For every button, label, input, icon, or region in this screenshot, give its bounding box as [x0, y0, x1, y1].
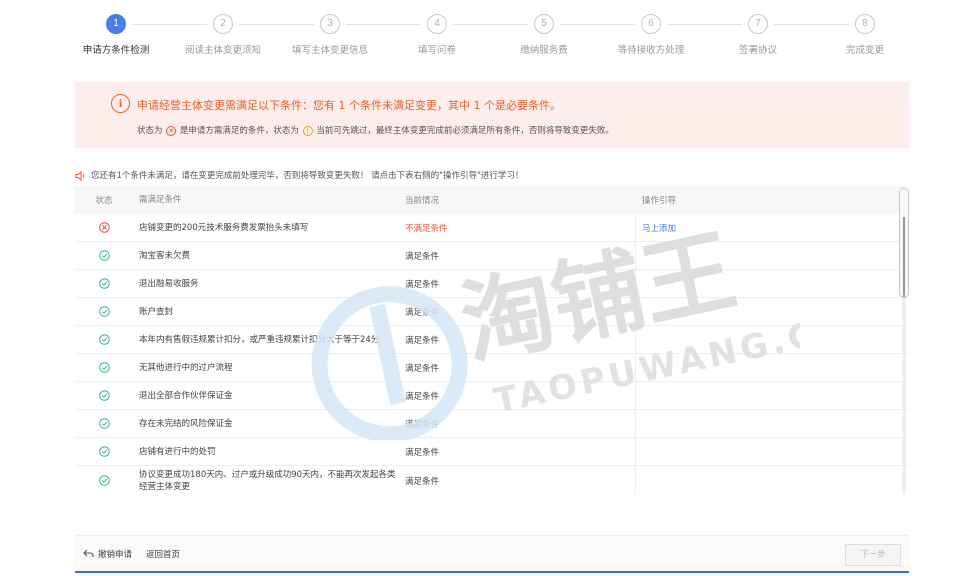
check-circle-icon	[98, 475, 110, 486]
next-step-button[interactable]: 下一步	[845, 544, 901, 566]
table-row: 本年内有售假违规累计扣分，或严重违规累计扣分大于等于24分 满足条件	[75, 326, 909, 354]
header-current: 当前情况	[405, 196, 440, 206]
row-status	[75, 222, 133, 233]
header-condition: 需满足条件	[139, 195, 182, 205]
step-7: 7 签署协议	[708, 12, 808, 56]
table-row: 店铺变更的200元技术服务费发票抬头未填写 不满足条件 马上添加	[75, 214, 909, 242]
footer-bar: 撤销申请 返回首页 下一步	[75, 535, 909, 573]
step-2: 2 阅读主体变更须知	[173, 12, 273, 56]
row-current: 满足条件	[399, 382, 636, 409]
step-label: 填写主体变更信息	[291, 45, 368, 56]
conditions-table: 状态 需满足条件 当前情况 操作引导 店铺变更的200元技术服务费发票抬头未填写…	[75, 186, 909, 495]
row-status	[75, 475, 133, 486]
check-circle-icon	[98, 306, 110, 317]
check-circle-icon	[98, 362, 110, 373]
info-circle-icon: i	[111, 94, 130, 113]
cancel-application-button[interactable]: 撤销申请	[83, 548, 132, 560]
back-home-link[interactable]: 返回首页	[146, 548, 180, 560]
table-body: 店铺变更的200元技术服务费发票抬头未填写 不满足条件 马上添加 淘宝客未欠费 满足条件…	[75, 214, 909, 495]
step-number: 6	[641, 14, 661, 34]
notice-line: 您还有1个条件未满足，请在变更完成前处理完毕，否则将导致变更失败！ 请点击下表右…	[75, 169, 523, 181]
table-row: 淘宝客未欠费 满足条件	[75, 242, 909, 270]
step-label: 申请方条件检测	[82, 45, 150, 56]
warning-status-icon: !	[302, 125, 313, 136]
row-current: 满足条件	[399, 354, 636, 381]
row-status	[75, 446, 133, 457]
step-number: 1	[106, 14, 126, 34]
table-row: 店铺有进行中的处罚 满足条件	[75, 438, 909, 466]
step-label: 签署协议	[738, 45, 777, 56]
table-row: 存在未完结的风险保证金 满足条件	[75, 410, 909, 438]
table-scrollbar[interactable]	[899, 186, 909, 495]
row-status	[75, 334, 133, 345]
row-status	[75, 306, 133, 317]
step-label: 填写问卷	[417, 45, 456, 56]
step-number: 2	[213, 14, 233, 34]
check-circle-icon	[98, 278, 110, 289]
table-row: 账户查封 满足条件	[75, 298, 909, 326]
row-condition: 店铺有进行中的处罚	[139, 446, 216, 457]
row-current: 不满足条件	[399, 214, 636, 241]
row-condition: 店铺变更的200元技术服务费发票抬头未填写	[139, 222, 309, 233]
step-6: 6 等待接收方处理	[601, 12, 701, 56]
step-number: 4	[427, 14, 447, 34]
row-condition: 协议变更成功180天内、过户或升级成功90天内，不能再次发起各类经营主体变更	[139, 469, 396, 492]
fail-circle-icon	[98, 222, 110, 233]
row-condition: 存在未完结的风险保证金	[139, 418, 233, 429]
step-8: 8 完成变更	[815, 12, 915, 56]
check-circle-icon	[98, 418, 110, 429]
row-condition: 本年内有售假违规累计扣分，或严重违规累计扣分大于等于24分	[139, 334, 380, 345]
step-number: 7	[748, 14, 768, 34]
row-condition: 退出全部合作伙伴保证金	[139, 390, 233, 401]
row-status	[75, 390, 133, 401]
row-status	[75, 278, 133, 289]
conditions-alert: i 申请经营主体变更需满足以下条件：您有 1 个条件未满足变更，其中 1 个是必…	[75, 82, 909, 148]
step-number: 8	[855, 14, 875, 34]
header-status: 状态	[95, 196, 113, 206]
check-circle-icon	[98, 250, 110, 261]
step-5: 5 缴纳服务费	[494, 12, 594, 56]
row-current: 满足条件	[399, 270, 636, 297]
step-label: 完成变更	[845, 45, 884, 56]
step-label: 等待接收方处理	[617, 45, 685, 56]
row-current: 满足条件	[399, 242, 636, 269]
row-current: 满足条件	[399, 298, 636, 325]
row-current: 满足条件	[399, 466, 636, 495]
row-current: 满足条件	[399, 410, 636, 437]
row-condition: 账户查封	[139, 306, 174, 317]
row-condition: 退出融易收服务	[139, 278, 199, 289]
speaker-icon	[75, 170, 85, 181]
row-condition: 无其他进行中的过户流程	[139, 362, 233, 373]
check-circle-icon	[98, 446, 110, 457]
table-row: 退出全部合作伙伴保证金 满足条件	[75, 382, 909, 410]
row-condition: 淘宝客未欠费	[139, 250, 191, 261]
header-guide: 操作引导	[642, 196, 677, 206]
row-status	[75, 362, 133, 373]
alert-title: 申请经营主体变更需满足以下条件：您有 1 个条件未满足变更，其中 1 个是必要条…	[137, 99, 561, 112]
table-row: 无其他进行中的过户流程 满足条件	[75, 354, 909, 382]
notice-text: 您还有1个条件未满足，请在变更完成前处理完毕，否则将导致变更失败！ 请点击下表右…	[91, 171, 524, 181]
row-status	[75, 250, 133, 261]
check-circle-icon	[98, 390, 110, 401]
row-status	[75, 418, 133, 429]
step-1: 1 申请方条件检测	[66, 12, 166, 56]
table-row: 协议变更成功180天内、过户或升级成功90天内，不能再次发起各类经营主体变更 满足…	[75, 466, 909, 495]
step-number: 5	[534, 14, 554, 34]
undo-icon	[83, 549, 94, 557]
step-3: 3 填写主体变更信息	[280, 12, 380, 56]
table-header: 状态 需满足条件 当前情况 操作引导	[75, 186, 909, 214]
step-label: 阅读主体变更须知	[184, 45, 261, 56]
alert-subtext: 状态为 ✕ 是申请方需满足的条件，状态为 ! 当前可先跳过，最终主体变更完成前必…	[137, 125, 614, 136]
fail-status-icon: ✕	[166, 125, 177, 136]
step-number: 3	[320, 14, 340, 34]
check-circle-icon	[98, 334, 110, 345]
row-current: 满足条件	[399, 438, 636, 465]
table-row: 退出融易收服务 满足条件	[75, 270, 909, 298]
scrollbar-thumb[interactable]	[899, 188, 909, 298]
row-guide-link[interactable]: 马上添加	[636, 222, 909, 234]
step-label: 缴纳服务费	[520, 45, 568, 56]
step-4: 4 填写问卷	[387, 12, 487, 56]
row-current: 满足条件	[399, 326, 636, 353]
progress-stepper: 1 申请方条件检测 2 阅读主体变更须知 3 填写主体变更信息 4 填写问卷 5 缴纳服务费 6 等待…	[68, 12, 936, 60]
